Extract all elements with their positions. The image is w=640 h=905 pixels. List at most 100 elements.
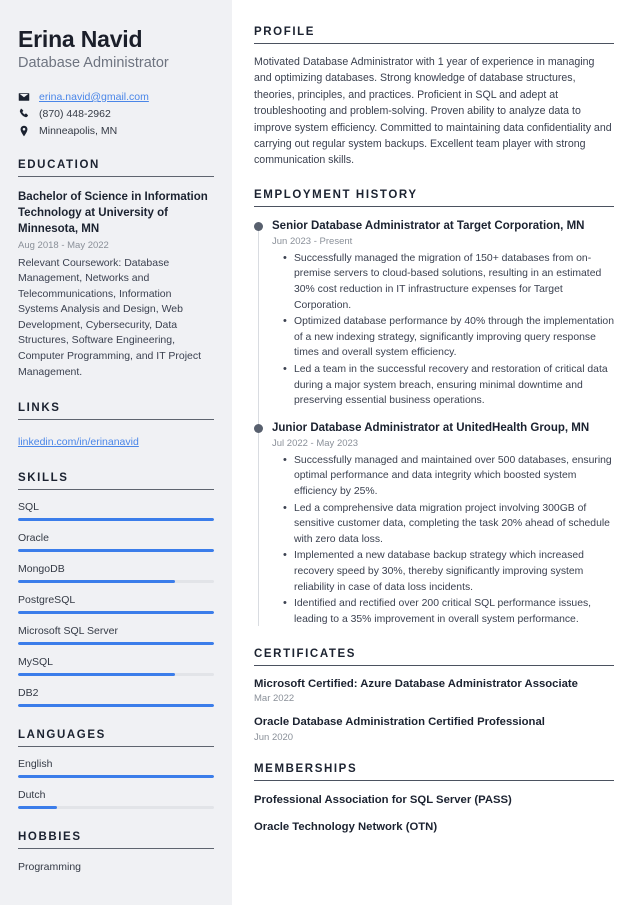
section-memberships: MEMBERSHIPS Professional Association for… — [254, 763, 614, 834]
timeline-dot-icon — [254, 221, 263, 231]
envelope-icon — [18, 91, 30, 103]
skill-bar-fill — [18, 642, 214, 646]
skill-bar-fill — [18, 611, 214, 615]
links-rule — [18, 419, 214, 421]
candidate-job-title: Database Administrator — [18, 55, 169, 72]
job-bullet: Led a team in the successful recovery an… — [283, 361, 614, 409]
link-item-linkedin[interactable]: linkedin.com/in/erinanavid — [18, 436, 139, 448]
profile-rule — [254, 43, 614, 44]
skill-item: SQL — [18, 501, 214, 522]
languages-heading: LANGUAGES — [18, 729, 106, 742]
skill-item: MySQL — [18, 656, 214, 677]
skill-bar-track — [18, 704, 214, 708]
contact-list: erina.navid@gmail.com (870) 448-2962 Min… — [18, 91, 214, 137]
contact-location-row: Minneapolis, MN — [18, 125, 214, 137]
contact-phone-row: (870) 448-2962 — [18, 108, 214, 120]
job-date: Jun 2023 - Present — [272, 235, 353, 247]
skill-label: PostgreSQL — [18, 594, 76, 607]
links-heading: LINKS — [18, 402, 61, 415]
education-date: Aug 2018 - May 2022 — [18, 239, 109, 251]
certificate-name: Microsoft Certified: Azure Database Admi… — [254, 677, 578, 690]
profile-text: Motivated Database Administrator with 1 … — [254, 56, 612, 167]
timeline-dot-icon — [254, 423, 263, 433]
job-entry: Junior Database Administrator at UnitedH… — [254, 421, 614, 628]
job-bullet: Successfully managed and maintained over… — [283, 452, 614, 500]
section-certificates: CERTIFICATES Microsoft Certified: Azure … — [254, 648, 614, 743]
skill-bar-track — [18, 642, 214, 646]
skill-bar-track — [18, 673, 214, 677]
job-role: Junior Database Administrator at UnitedH… — [272, 421, 590, 434]
language-label: Dutch — [18, 789, 46, 802]
job-bullet: Optimized database performance by 40% th… — [283, 313, 614, 361]
job-bullet: Led a comprehensive data migration proje… — [283, 500, 614, 548]
hobbies-rule — [18, 848, 214, 850]
section-skills: SKILLS SQL Oracle MongoDB PostgreSQL Mic… — [18, 472, 214, 708]
job-bullet: Identified and rectified over 200 critic… — [283, 595, 614, 627]
certificate-date: Mar 2022 — [254, 693, 295, 705]
job-bullet: Implemented a new database backup strate… — [283, 547, 614, 595]
language-item: English — [18, 758, 214, 779]
job-bullet-list: Successfully managed the migration of 15… — [272, 250, 614, 409]
skill-bar-fill — [18, 580, 175, 584]
certificate-date: Jun 2020 — [254, 731, 294, 743]
certificate-item: Oracle Database Administration Certified… — [254, 715, 614, 743]
membership-item: Oracle Technology Network (OTN) — [254, 820, 438, 833]
skill-item: Oracle — [18, 532, 214, 553]
memberships-rule — [254, 779, 614, 781]
links-list: linkedin.com/in/erinanavid — [18, 432, 214, 450]
profile-heading: PROFILE — [254, 26, 316, 38]
skill-bar-fill — [18, 549, 214, 553]
hobbies-heading: HOBBIES — [18, 831, 82, 844]
job-bullet-list: Successfully managed and maintained over… — [272, 452, 614, 628]
section-links: LINKS linkedin.com/in/erinanavid — [18, 402, 214, 450]
resume-page: Erina Navid Database Administrator erina… — [0, 0, 640, 905]
skill-label: SQL — [18, 501, 40, 514]
languages-rule — [18, 746, 214, 748]
skill-label: Microsoft SQL Server — [18, 625, 118, 638]
name-block: Erina Navid Database Administrator — [18, 26, 214, 73]
skill-item: Microsoft SQL Server — [18, 625, 214, 646]
main-column: PROFILE Motivated Database Administrator… — [232, 0, 640, 905]
language-bar-track — [18, 806, 214, 810]
email-link[interactable]: erina.navid@gmail.com — [39, 91, 149, 103]
certificates-rule — [254, 664, 614, 666]
section-languages: LANGUAGES English Dutch — [18, 729, 214, 810]
language-bar-fill — [18, 806, 58, 810]
skill-item: MongoDB — [18, 563, 214, 584]
skill-item: PostgreSQL — [18, 594, 214, 615]
location-pin-icon — [18, 125, 30, 137]
language-label: English — [18, 758, 53, 771]
skill-label: DB2 — [18, 687, 39, 700]
certificate-name: Oracle Database Administration Certified… — [254, 716, 545, 729]
job-bullet: Successfully managed the migration of 15… — [283, 250, 614, 313]
language-bar-fill — [18, 775, 214, 779]
certificates-heading: CERTIFICATES — [254, 647, 357, 660]
skill-bar-track — [18, 549, 214, 553]
language-bar-track — [18, 775, 214, 779]
employment-rule — [254, 205, 614, 207]
section-education: EDUCATION Bachelor of Science in Informa… — [18, 159, 214, 380]
section-employment-history: EMPLOYMENT HISTORY Senior Database Admin… — [254, 189, 614, 628]
skill-bar-fill — [18, 704, 214, 708]
skill-item: DB2 — [18, 687, 214, 708]
section-profile: PROFILE Motivated Database Administrator… — [254, 26, 614, 169]
education-rule — [18, 175, 214, 177]
phone-icon — [18, 108, 30, 120]
section-hobbies: HOBBIES Programming — [18, 831, 214, 873]
education-heading: EDUCATION — [18, 158, 100, 171]
sidebar: Erina Navid Database Administrator erina… — [0, 0, 232, 905]
job-role: Senior Database Administrator at Target … — [272, 219, 585, 232]
skill-bar-track — [18, 518, 214, 522]
certificate-item: Microsoft Certified: Azure Database Admi… — [254, 677, 614, 705]
candidate-name: Erina Navid — [18, 26, 143, 52]
contact-email-row: erina.navid@gmail.com — [18, 91, 214, 103]
education-description: Relevant Coursework: Database Management… — [18, 256, 202, 378]
membership-item: Professional Association for SQL Server … — [254, 793, 512, 806]
education-degree: Bachelor of Science in Information Techn… — [18, 190, 208, 236]
skill-bar-track — [18, 580, 214, 584]
hobby-item: Programming — [18, 861, 82, 874]
skill-label: MongoDB — [18, 563, 65, 576]
memberships-heading: MEMBERSHIPS — [254, 762, 358, 775]
employment-heading: EMPLOYMENT HISTORY — [254, 188, 418, 201]
job-date: Jul 2022 - May 2023 — [272, 437, 359, 449]
